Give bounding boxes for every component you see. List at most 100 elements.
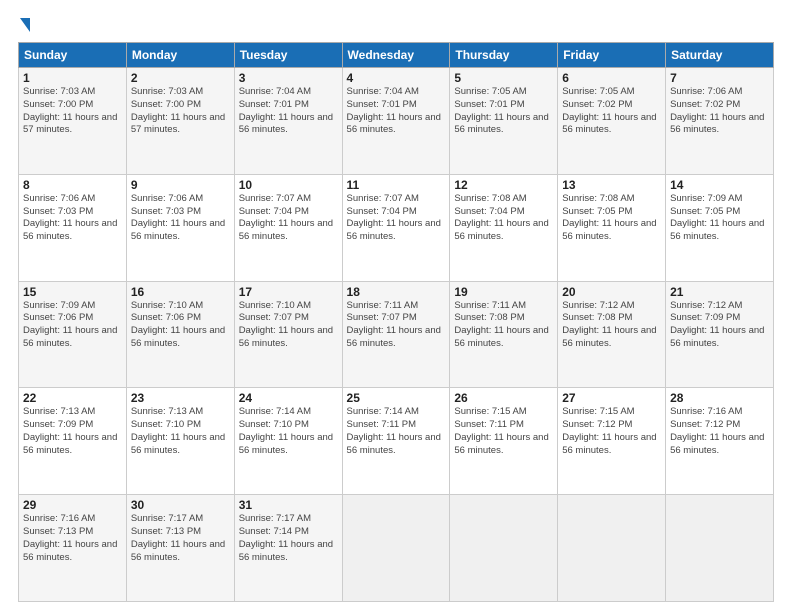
calendar-week-1: 1 Sunrise: 7:03 AM Sunset: 7:00 PM Dayli… (19, 68, 774, 175)
logo-triangle-icon (20, 18, 30, 32)
day-info: Sunrise: 7:11 AM Sunset: 7:08 PM Dayligh… (454, 300, 553, 351)
day-info: Sunrise: 7:03 AM Sunset: 7:00 PM Dayligh… (23, 86, 122, 137)
day-info: Sunrise: 7:06 AM Sunset: 7:03 PM Dayligh… (131, 193, 230, 244)
day-number: 11 (347, 178, 446, 192)
day-number: 6 (562, 71, 661, 85)
sunset-label: Sunset: 7:07 PM (239, 312, 309, 323)
day-number: 4 (347, 71, 446, 85)
daylight-label: Daylight: 11 hours and 57 minutes. (131, 112, 225, 136)
sunrise-label: Sunrise: 7:17 AM (239, 513, 311, 524)
daylight-label: Daylight: 11 hours and 56 minutes. (239, 325, 333, 349)
sunset-label: Sunset: 7:13 PM (131, 526, 201, 537)
sunset-label: Sunset: 7:05 PM (670, 206, 740, 217)
calendar-header-saturday: Saturday (666, 43, 774, 68)
day-number: 31 (239, 498, 338, 512)
daylight-label: Daylight: 11 hours and 56 minutes. (23, 218, 117, 242)
calendar-cell: 10 Sunrise: 7:07 AM Sunset: 7:04 PM Dayl… (234, 174, 342, 281)
day-info: Sunrise: 7:11 AM Sunset: 7:07 PM Dayligh… (347, 300, 446, 351)
day-info: Sunrise: 7:09 AM Sunset: 7:05 PM Dayligh… (670, 193, 769, 244)
daylight-label: Daylight: 11 hours and 56 minutes. (239, 432, 333, 456)
day-info: Sunrise: 7:14 AM Sunset: 7:11 PM Dayligh… (347, 406, 446, 457)
sunset-label: Sunset: 7:07 PM (347, 312, 417, 323)
day-number: 23 (131, 391, 230, 405)
sunset-label: Sunset: 7:00 PM (23, 99, 93, 110)
calendar-cell: 25 Sunrise: 7:14 AM Sunset: 7:11 PM Dayl… (342, 388, 450, 495)
sunset-label: Sunset: 7:01 PM (454, 99, 524, 110)
sunset-label: Sunset: 7:13 PM (23, 526, 93, 537)
calendar-week-5: 29 Sunrise: 7:16 AM Sunset: 7:13 PM Dayl… (19, 495, 774, 602)
daylight-label: Daylight: 11 hours and 56 minutes. (131, 325, 225, 349)
calendar-cell: 31 Sunrise: 7:17 AM Sunset: 7:14 PM Dayl… (234, 495, 342, 602)
calendar-header-sunday: Sunday (19, 43, 127, 68)
day-number: 7 (670, 71, 769, 85)
sunset-label: Sunset: 7:02 PM (670, 99, 740, 110)
sunset-label: Sunset: 7:04 PM (239, 206, 309, 217)
day-info: Sunrise: 7:13 AM Sunset: 7:09 PM Dayligh… (23, 406, 122, 457)
sunrise-label: Sunrise: 7:14 AM (239, 406, 311, 417)
sunset-label: Sunset: 7:03 PM (131, 206, 201, 217)
day-number: 5 (454, 71, 553, 85)
sunrise-label: Sunrise: 7:11 AM (454, 300, 526, 311)
daylight-label: Daylight: 11 hours and 56 minutes. (562, 325, 656, 349)
day-info: Sunrise: 7:16 AM Sunset: 7:12 PM Dayligh… (670, 406, 769, 457)
calendar-week-4: 22 Sunrise: 7:13 AM Sunset: 7:09 PM Dayl… (19, 388, 774, 495)
daylight-label: Daylight: 11 hours and 57 minutes. (23, 112, 117, 136)
sunset-label: Sunset: 7:09 PM (670, 312, 740, 323)
sunrise-label: Sunrise: 7:12 AM (562, 300, 634, 311)
daylight-label: Daylight: 11 hours and 56 minutes. (347, 325, 441, 349)
calendar-cell: 16 Sunrise: 7:10 AM Sunset: 7:06 PM Dayl… (126, 281, 234, 388)
sunset-label: Sunset: 7:11 PM (454, 419, 524, 430)
sunset-label: Sunset: 7:04 PM (347, 206, 417, 217)
daylight-label: Daylight: 11 hours and 56 minutes. (131, 539, 225, 563)
sunrise-label: Sunrise: 7:11 AM (347, 300, 419, 311)
calendar-cell: 26 Sunrise: 7:15 AM Sunset: 7:11 PM Dayl… (450, 388, 558, 495)
day-number: 13 (562, 178, 661, 192)
daylight-label: Daylight: 11 hours and 56 minutes. (239, 218, 333, 242)
calendar-cell: 28 Sunrise: 7:16 AM Sunset: 7:12 PM Dayl… (666, 388, 774, 495)
daylight-label: Daylight: 11 hours and 56 minutes. (670, 112, 764, 136)
day-number: 10 (239, 178, 338, 192)
sunset-label: Sunset: 7:10 PM (131, 419, 201, 430)
sunrise-label: Sunrise: 7:07 AM (347, 193, 419, 204)
daylight-label: Daylight: 11 hours and 56 minutes. (454, 218, 548, 242)
logo-text (18, 18, 30, 34)
daylight-label: Daylight: 11 hours and 56 minutes. (239, 112, 333, 136)
day-info: Sunrise: 7:09 AM Sunset: 7:06 PM Dayligh… (23, 300, 122, 351)
daylight-label: Daylight: 11 hours and 56 minutes. (347, 432, 441, 456)
sunrise-label: Sunrise: 7:17 AM (131, 513, 203, 524)
day-number: 21 (670, 285, 769, 299)
sunrise-label: Sunrise: 7:15 AM (562, 406, 634, 417)
calendar-cell: 15 Sunrise: 7:09 AM Sunset: 7:06 PM Dayl… (19, 281, 127, 388)
calendar: SundayMondayTuesdayWednesdayThursdayFrid… (18, 42, 774, 602)
day-number: 19 (454, 285, 553, 299)
calendar-cell: 5 Sunrise: 7:05 AM Sunset: 7:01 PM Dayli… (450, 68, 558, 175)
sunrise-label: Sunrise: 7:10 AM (239, 300, 311, 311)
day-info: Sunrise: 7:14 AM Sunset: 7:10 PM Dayligh… (239, 406, 338, 457)
day-info: Sunrise: 7:05 AM Sunset: 7:01 PM Dayligh… (454, 86, 553, 137)
day-number: 24 (239, 391, 338, 405)
daylight-label: Daylight: 11 hours and 56 minutes. (239, 539, 333, 563)
day-number: 30 (131, 498, 230, 512)
sunrise-label: Sunrise: 7:13 AM (131, 406, 203, 417)
calendar-cell: 2 Sunrise: 7:03 AM Sunset: 7:00 PM Dayli… (126, 68, 234, 175)
calendar-week-2: 8 Sunrise: 7:06 AM Sunset: 7:03 PM Dayli… (19, 174, 774, 281)
sunset-label: Sunset: 7:14 PM (239, 526, 309, 537)
calendar-header-friday: Friday (558, 43, 666, 68)
sunset-label: Sunset: 7:01 PM (239, 99, 309, 110)
calendar-header-tuesday: Tuesday (234, 43, 342, 68)
sunrise-label: Sunrise: 7:16 AM (23, 513, 95, 524)
day-info: Sunrise: 7:17 AM Sunset: 7:13 PM Dayligh… (131, 513, 230, 564)
day-info: Sunrise: 7:07 AM Sunset: 7:04 PM Dayligh… (347, 193, 446, 244)
sunset-label: Sunset: 7:02 PM (562, 99, 632, 110)
daylight-label: Daylight: 11 hours and 56 minutes. (670, 325, 764, 349)
day-number: 9 (131, 178, 230, 192)
calendar-cell: 20 Sunrise: 7:12 AM Sunset: 7:08 PM Dayl… (558, 281, 666, 388)
sunrise-label: Sunrise: 7:03 AM (131, 86, 203, 97)
sunrise-label: Sunrise: 7:06 AM (131, 193, 203, 204)
calendar-header-thursday: Thursday (450, 43, 558, 68)
day-number: 29 (23, 498, 122, 512)
day-info: Sunrise: 7:10 AM Sunset: 7:06 PM Dayligh… (131, 300, 230, 351)
daylight-label: Daylight: 11 hours and 56 minutes. (454, 112, 548, 136)
daylight-label: Daylight: 11 hours and 56 minutes. (562, 218, 656, 242)
daylight-label: Daylight: 11 hours and 56 minutes. (23, 432, 117, 456)
